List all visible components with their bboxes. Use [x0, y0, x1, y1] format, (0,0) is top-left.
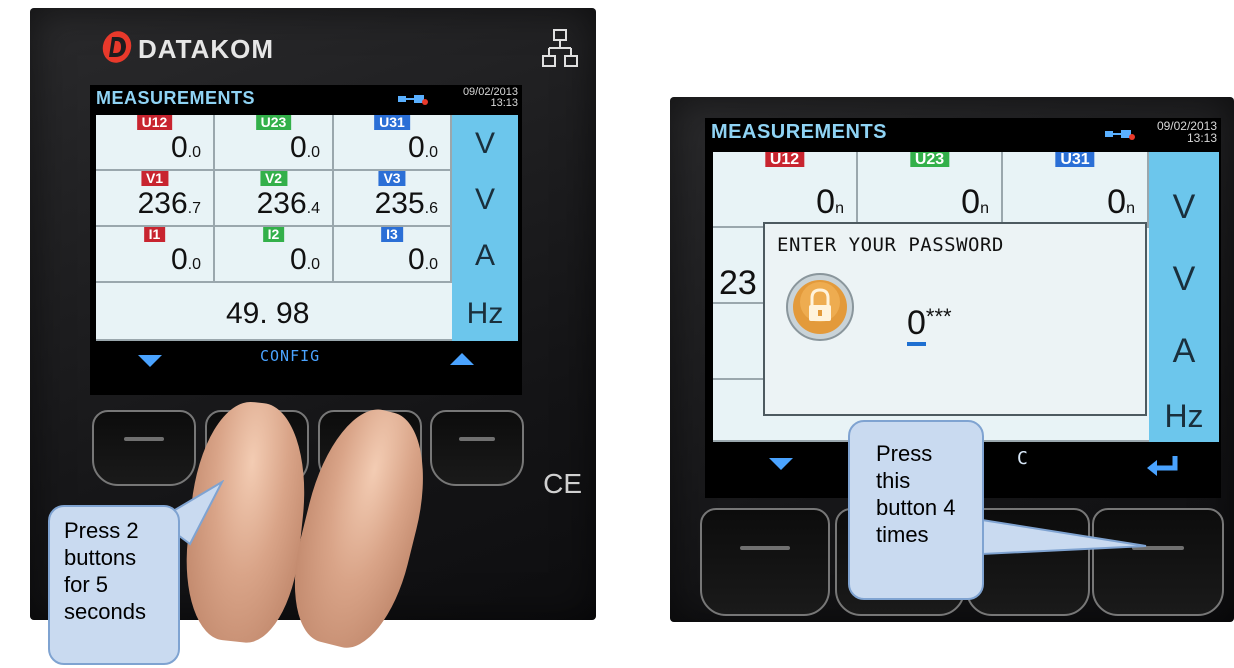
- phase-tag: U31: [374, 115, 410, 130]
- softkey-label-partial: C: [1017, 448, 1029, 469]
- arrow-down-icon: [769, 458, 793, 470]
- screen-datetime: 09/02/2013 13:13: [463, 87, 518, 109]
- phase-tag: V2: [259, 171, 288, 186]
- measurement-value: 0.0: [289, 243, 320, 276]
- network-icon: [542, 29, 578, 67]
- phase-tag: V3: [378, 171, 406, 186]
- meter-screen-left: MEASUREMENTS 09/02/2013 13:13 U12 0.0 U2…: [90, 85, 522, 395]
- unit-column: V V A Hz: [1149, 152, 1219, 442]
- ce-mark: CE: [543, 468, 582, 499]
- phase-tag: U23: [909, 152, 950, 168]
- measurement-value: 0n: [1107, 183, 1135, 221]
- arrow-down-icon: [138, 355, 162, 367]
- measurement-cell: U23 0n: [858, 152, 1003, 228]
- unit-label: V: [474, 183, 495, 216]
- phase-tag: U12: [764, 152, 805, 168]
- phase-tag: I3: [381, 227, 403, 242]
- password-input[interactable]: 0***: [907, 304, 952, 346]
- screen-time: 13:13: [490, 97, 518, 109]
- measurement-cell: U31 0.0: [334, 115, 452, 171]
- screen-time: 13:13: [1186, 131, 1217, 145]
- frequency-value: 49. 98: [226, 297, 310, 330]
- phase-tag: U31: [1055, 152, 1095, 168]
- unit-label: V: [1172, 260, 1196, 298]
- measurement-value: 235.6: [374, 187, 438, 220]
- measurement-value: 0.0: [407, 131, 438, 164]
- password-dialog: ENTER YOUR PASSWORD 0***: [763, 222, 1147, 416]
- measurement-cell: U12 0.0: [96, 115, 215, 171]
- datakom-logo-icon: [102, 31, 132, 63]
- frequency-cell: 49. 98: [96, 283, 452, 341]
- password-dialog-title: ENTER YOUR PASSWORD: [777, 234, 1004, 256]
- measurement-value: 0n: [816, 183, 844, 221]
- enter-icon: [1147, 456, 1178, 476]
- unit-label: A: [1172, 332, 1196, 370]
- measurement-cell: U12 0n: [713, 152, 858, 228]
- measurement-grid: U12 0.0 U23 0.0 U31 0.0 V1 236.7 V2 236.…: [96, 115, 452, 341]
- screen-title: MEASUREMENTS: [96, 88, 256, 108]
- measurement-value: 0.0: [407, 243, 438, 276]
- measurement-value: 0n: [961, 183, 989, 221]
- measurement-value: 0.0: [170, 131, 201, 164]
- measurement-value: 236.4: [256, 187, 320, 220]
- unit-label: Hz: [466, 297, 504, 330]
- unit-label: A: [474, 239, 495, 272]
- measurement-value: 0.0: [289, 131, 320, 164]
- password-masked: ***: [925, 304, 952, 329]
- unit-label: V: [474, 127, 495, 160]
- measurement-cell: I2 0.0: [215, 227, 334, 283]
- instruction-callout-left: Press 2 buttons for 5 seconds: [48, 505, 180, 665]
- unit-column: V V A Hz: [452, 115, 518, 341]
- phase-tag: U23: [255, 115, 292, 130]
- hw-button-down[interactable]: [700, 508, 830, 616]
- measurement-value-partial: 23: [719, 264, 757, 302]
- measurement-cell: I1 0.0: [96, 227, 215, 283]
- measurement-cell: V3 235.6: [334, 171, 452, 227]
- measurement-value: 236.7: [137, 187, 201, 220]
- phase-tag: V1: [140, 171, 169, 186]
- measurement-cell: V2 236.4: [215, 171, 334, 227]
- lock-icon: [786, 273, 854, 341]
- measurement-cell: U31 0n: [1003, 152, 1149, 228]
- measurement-cell: I3 0.0: [334, 227, 452, 283]
- phase-tag: I2: [262, 227, 285, 242]
- phase-tag: I1: [143, 227, 166, 242]
- measurement-value: 0.0: [170, 243, 201, 276]
- unit-label: Hz: [1164, 398, 1204, 434]
- measurement-cell: V1 236.7: [96, 171, 215, 227]
- hw-button-up[interactable]: [430, 410, 524, 486]
- screen-title: MEASUREMENTS: [711, 121, 888, 143]
- brand-name: DATAKOM: [138, 34, 275, 64]
- softkey-config: CONFIG: [260, 347, 321, 365]
- password-digit: 0: [907, 304, 926, 346]
- instruction-callout-right: Press this button 4 times: [848, 420, 984, 600]
- callout-tail: [981, 518, 1147, 556]
- hw-button-down[interactable]: [92, 410, 196, 486]
- screen-datetime: 09/02/2013 13:13: [1157, 120, 1217, 144]
- arrow-up-icon: [450, 353, 474, 365]
- measurement-cell: U23 0.0: [215, 115, 334, 171]
- softkey-bar: CONFIG: [90, 343, 522, 395]
- phase-tag: U12: [136, 115, 173, 130]
- usb-icon: [1105, 130, 1135, 140]
- unit-label: V: [1172, 188, 1196, 226]
- usb-icon: [398, 95, 428, 105]
